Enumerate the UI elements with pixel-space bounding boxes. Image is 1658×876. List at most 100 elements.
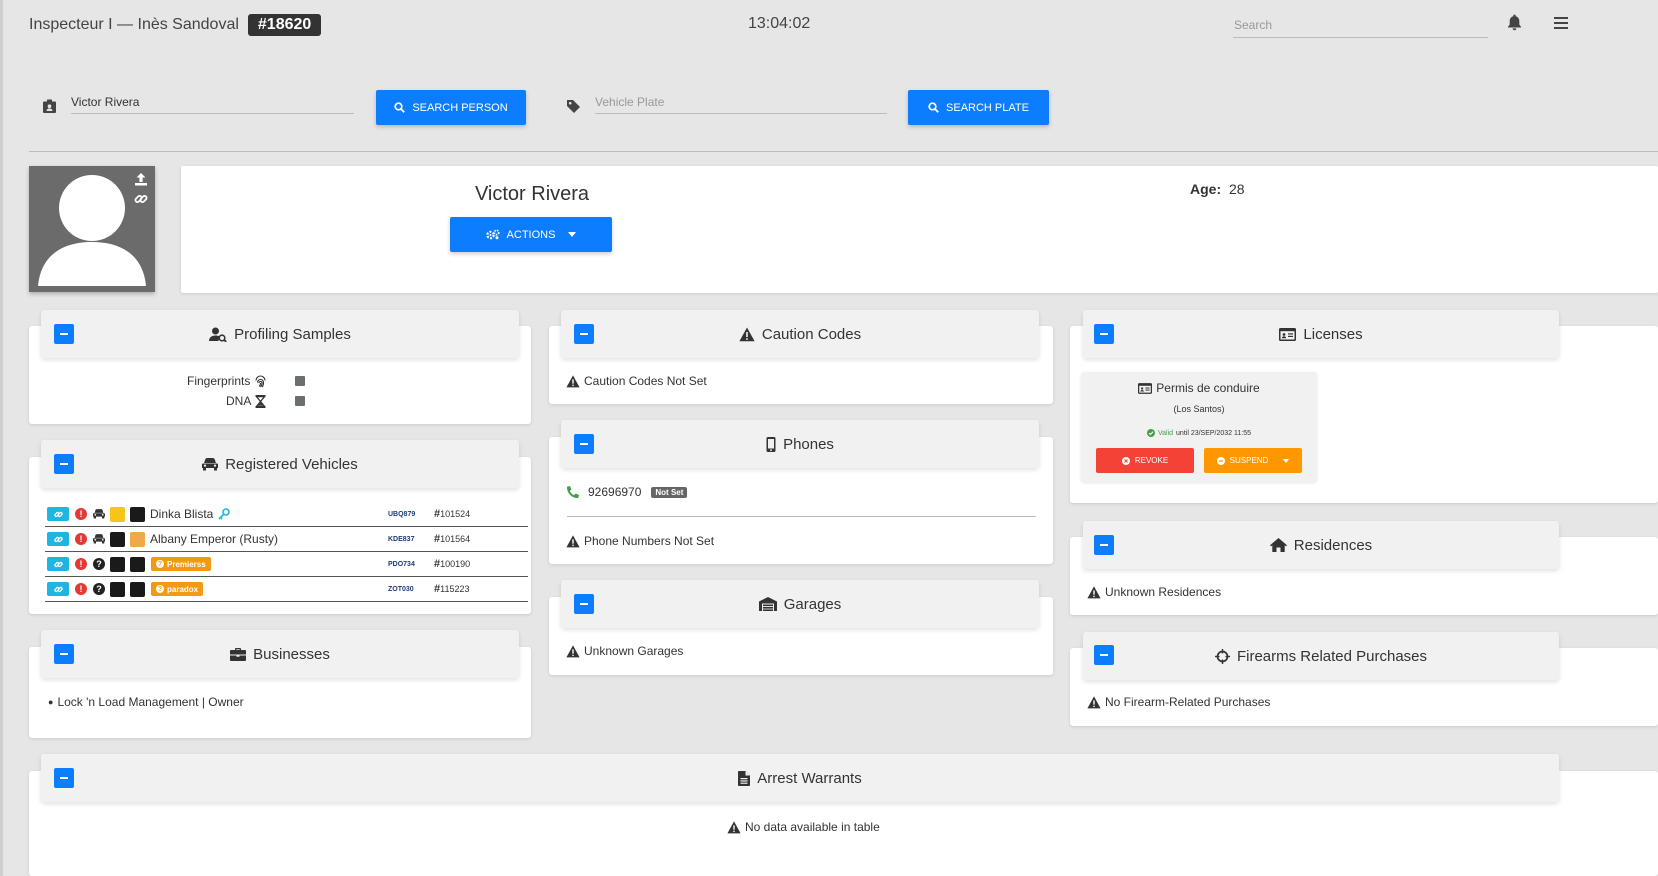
primary-color-swatch	[110, 506, 125, 522]
warning-icon	[1087, 695, 1101, 708]
bell-icon[interactable]	[1507, 14, 1522, 31]
registered-vehicles-header: Registered Vehicles	[41, 440, 519, 488]
vehicle-plate[interactable]: UBQ879	[388, 511, 415, 518]
vehicle-row: ! Albany Emperor (Rusty) KDE837 #101564	[45, 527, 528, 552]
caution-empty-message: Caution Codes Not Set	[566, 374, 707, 388]
vehicle-plate[interactable]: ZOT030	[388, 586, 414, 593]
age-info: Age: 28	[1190, 181, 1245, 197]
question-icon: ?	[156, 585, 164, 593]
link-icon[interactable]	[134, 192, 148, 206]
collapse-licenses-button[interactable]	[1094, 324, 1114, 344]
vehicle-id: #101524	[434, 508, 471, 520]
garages-header: Garages	[561, 580, 1039, 628]
phones-title: Phones	[783, 435, 834, 453]
actions-label: ACTIONS	[506, 228, 556, 241]
residences-empty-label: Unknown Residences	[1105, 585, 1222, 599]
collapse-firearms-button[interactable]	[1094, 645, 1114, 665]
collapse-businesses-button[interactable]	[54, 644, 74, 664]
dna-row: DNA	[226, 394, 267, 408]
garages-title: Garages	[783, 595, 842, 613]
firearms-empty-message: No Firearm-Related Purchases	[1087, 695, 1270, 709]
warning-icon	[566, 374, 580, 387]
secondary-color-swatch	[130, 506, 145, 522]
document-icon	[738, 770, 751, 786]
phone-status-badge: Not Set	[651, 486, 688, 498]
caret-down-icon	[1283, 458, 1290, 463]
garages-empty-message: Unknown Garages	[566, 644, 683, 658]
upload-icon[interactable]	[134, 172, 148, 186]
tag-icon	[566, 99, 581, 114]
revoke-button[interactable]: REVOKE	[1096, 448, 1194, 473]
collapse-residences-button[interactable]	[1094, 535, 1114, 555]
firearms-empty-label: No Firearm-Related Purchases	[1105, 695, 1271, 709]
vehicle-row: !?? paradox ZOT030 #115223	[45, 577, 528, 602]
vehicle-row: !?? Premierss PDO734 #100190	[45, 552, 528, 577]
firearms-title: Firearms Related Purchases	[1236, 647, 1428, 665]
secondary-color-swatch	[130, 531, 145, 547]
app-header: Inspecteur I — Inès Sandoval #18620	[29, 14, 322, 36]
age-value: 28	[1229, 181, 1245, 197]
business-item: ● Lock 'n Load Management | Owner	[48, 695, 244, 709]
warrants-empty-message: No data available in table	[727, 820, 880, 834]
age-label: Age:	[1190, 181, 1222, 197]
collapse-warrants-button[interactable]	[54, 768, 74, 788]
primary-color-swatch	[110, 531, 125, 547]
hourglass-icon	[255, 394, 267, 408]
residences-empty-message: Unknown Residences	[1087, 585, 1221, 599]
link-icon[interactable]	[47, 582, 69, 596]
secondary-color-swatch	[130, 581, 145, 597]
license-region: (Los Santos)	[1173, 404, 1225, 414]
collapse-caution-button[interactable]	[574, 324, 594, 344]
residences-title: Residences	[1293, 536, 1373, 554]
alert-icon: !	[75, 558, 87, 570]
license-valid-until: until 23/SEP/2032 11:55	[1176, 429, 1252, 437]
collapse-vehicles-button[interactable]	[54, 454, 74, 474]
vehicle-tag-label: Premierss	[167, 559, 206, 569]
search-plate-button[interactable]: SEARCH PLATE	[908, 90, 1049, 125]
phone-entry: 92696970 Not Set	[567, 485, 688, 499]
officer-title: Inspecteur I — Inès Sandoval	[29, 16, 239, 33]
link-icon[interactable]	[47, 507, 69, 521]
licenses-title: Licenses	[1303, 325, 1363, 343]
vehicle-plate[interactable]: KDE837	[388, 536, 414, 543]
warning-icon	[727, 820, 741, 833]
collapse-profiling-button[interactable]	[54, 324, 74, 344]
warning-icon	[566, 534, 580, 547]
warehouse-icon	[758, 597, 777, 611]
search-icon	[394, 102, 406, 113]
id-card-icon	[1138, 382, 1153, 394]
license-valid-word: Valid	[1157, 429, 1174, 437]
dna-status	[295, 396, 305, 406]
link-icon[interactable]	[47, 557, 69, 571]
license-type: Permis de conduire	[1156, 381, 1260, 395]
vehicle-tag-label: paradox	[167, 584, 199, 594]
collapse-phones-button[interactable]	[574, 434, 594, 454]
times-circle-icon	[1121, 456, 1130, 465]
collapse-garages-button[interactable]	[574, 594, 594, 614]
search-icon	[928, 102, 939, 113]
licenses-header: Licenses	[1083, 310, 1559, 358]
search-person-button[interactable]: SEARCH PERSON	[376, 90, 526, 125]
vehicle-plate-input[interactable]	[595, 90, 887, 114]
dna-label: DNA	[226, 394, 252, 408]
fingerprints-label: Fingerprints	[187, 374, 251, 388]
arrest-warrants-header: Arrest Warrants	[41, 754, 1559, 802]
link-icon[interactable]	[47, 532, 69, 546]
license-card-header: Permis de conduire	[1081, 381, 1317, 395]
residences-header: Residences	[1083, 521, 1559, 569]
businesses-header: Businesses	[41, 630, 519, 678]
check-circle-icon	[1146, 429, 1155, 437]
hamburger-icon[interactable]	[1554, 17, 1568, 29]
alert-icon: !	[75, 583, 87, 595]
suspend-dropdown-button[interactable]: SUSPEND	[1204, 448, 1302, 473]
crosshairs-icon	[1214, 648, 1230, 664]
actions-dropdown-button[interactable]: ACTIONS	[450, 217, 612, 252]
question-icon: ?	[93, 558, 105, 570]
person-search-input[interactable]	[71, 90, 354, 114]
vehicle-plate[interactable]: PDO734	[388, 561, 415, 568]
phone-number: 92696970	[588, 485, 642, 499]
registered-vehicles-title: Registered Vehicles	[225, 455, 358, 473]
businesses-title: Businesses	[253, 645, 330, 663]
global-search-input[interactable]	[1233, 12, 1488, 38]
profile-card: Victor Rivera ACTIONS Age: 28	[181, 166, 1658, 293]
